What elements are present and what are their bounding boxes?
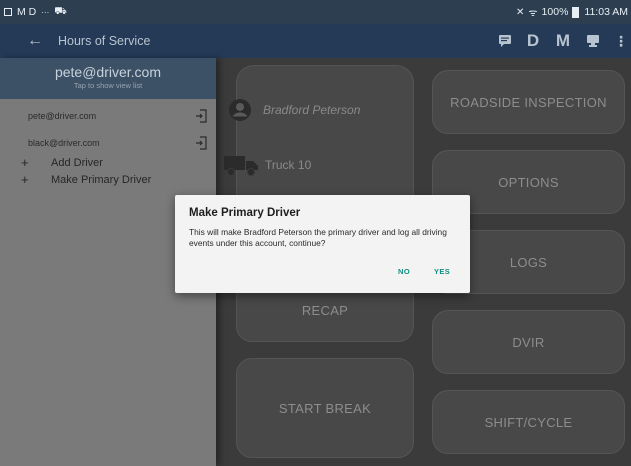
roadside-inspection-button[interactable]: ROADSIDE INSPECTION (432, 70, 625, 134)
shift-cycle-button[interactable]: SHIFT/CYCLE (432, 390, 625, 454)
start-break-button[interactable]: START BREAK (236, 358, 414, 458)
notification-dots-icon: ··· (41, 7, 50, 17)
yes-button[interactable]: YES (434, 267, 450, 276)
make-primary-driver-label: Make Primary Driver (51, 174, 152, 186)
dialog-title: Make Primary Driver (189, 207, 301, 219)
driver-row: Bradford Peterson (228, 98, 360, 122)
logout-icon[interactable] (195, 136, 207, 150)
plus-icon: + (21, 172, 29, 187)
truck-label: Truck 10 (265, 158, 312, 172)
status-bar-right: ✕ ᯤ 100% 11:03 AM (516, 0, 628, 24)
drawer-header-email: pete@driver.com (54, 64, 162, 80)
d-button[interactable]: D (525, 24, 541, 58)
truck-row: Truck 10 (223, 153, 311, 177)
gallery-notification-icon (4, 8, 12, 16)
add-driver-label: Add Driver (51, 157, 103, 169)
account-circle-icon (229, 99, 251, 121)
dvir-button[interactable]: DVIR (432, 310, 625, 374)
more-vert-icon[interactable]: ⋮ (614, 24, 628, 58)
truck-notification-icon: ⛟ (54, 5, 67, 17)
no-button[interactable]: NO (398, 267, 410, 276)
arrow-left-icon[interactable]: ← (27, 24, 43, 58)
plus-icon: + (21, 155, 29, 170)
account-email: pete@driver.com (28, 111, 97, 121)
account-email: black@driver.com (28, 138, 100, 148)
drawer-header[interactable]: pete@driver.com Tap to show view list (0, 58, 216, 99)
dialog-message: This will make Bradford Peterson the pri… (189, 227, 447, 248)
status-bar-left: M D ··· ⛟ (4, 0, 67, 24)
truck-icon (224, 156, 258, 176)
logout-icon[interactable] (195, 109, 207, 123)
make-primary-driver-dialog: Make Primary Driver This will make Bradf… (175, 195, 470, 293)
drawer-header-hint: Tap to show view list (73, 81, 143, 90)
battery-percent: 100% (541, 6, 569, 18)
monitor-icon[interactable] (585, 24, 601, 58)
bluetooth-icon: ✕ (516, 6, 525, 18)
status-bar: M D ··· ⛟ ✕ ᯤ 100% 11:03 AM (0, 0, 631, 24)
wifi-icon: ᯤ (528, 8, 538, 19)
page-title: Hours of Service (58, 34, 151, 48)
driver-name: Bradford Peterson (263, 103, 361, 117)
app-bar: ← Hours of Service D M ⋮ (0, 24, 631, 58)
account-item[interactable]: black@driver.com (0, 134, 216, 154)
m-button[interactable]: M (554, 24, 572, 58)
clock: 11:03 AM (584, 6, 628, 18)
account-item[interactable]: pete@driver.com (0, 107, 216, 127)
battery-icon (572, 6, 580, 18)
add-driver-item[interactable]: + Add Driver (0, 156, 216, 172)
make-primary-driver-item[interactable]: + Make Primary Driver (0, 173, 216, 189)
chat-icon[interactable] (496, 24, 514, 58)
status-bar-left-text: M D (17, 6, 37, 18)
